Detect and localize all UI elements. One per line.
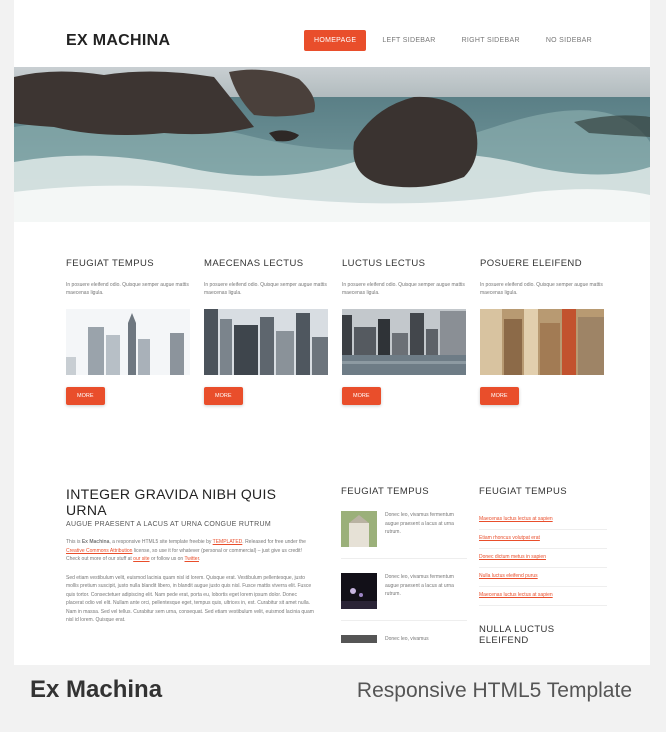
sidebar-title: FEUGIAT TEMPUS — [341, 486, 429, 497]
hero-image — [14, 67, 650, 222]
article-intro: This is Ex Machina, a responsive HTML5 s… — [66, 538, 316, 564]
feature-columns: FEUGIAT TEMPUS In posuere eleifend odio.… — [66, 258, 606, 405]
list-item: Donec dictum metus in sapien — [479, 549, 607, 568]
list-item[interactable]: Donec leo, vivamus — [341, 635, 467, 665]
night-scene-thumb-icon — [341, 573, 377, 609]
list-item: Maecenas luctus lectus at sapien — [479, 587, 607, 606]
our-site-link[interactable]: our site — [133, 556, 149, 562]
post-text: Donec leo, vivamus fermentum augue praes… — [385, 512, 454, 535]
twitter-link[interactable]: Twitter — [185, 556, 199, 562]
feature-title: LUCTUS LECTUS — [342, 258, 426, 269]
more-button[interactable]: MORE — [480, 387, 519, 405]
more-button[interactable]: MORE — [66, 387, 105, 405]
sidebar-link[interactable]: Donec dictum metus in sapien — [479, 554, 546, 560]
intro-text: , a responsive HTML5 site template freeb… — [109, 539, 213, 545]
list-item: Maecenas luctus lectus at sapien — [479, 511, 607, 530]
feature-text: In posuere eleifend odio. Quisque semper… — [342, 282, 465, 296]
sidebar-link[interactable]: Maecenas luctus lectus at sapien — [479, 516, 553, 522]
city-aerial-icon[interactable] — [480, 309, 604, 375]
template-card[interactable]: EX MACHINA HOMEPAGE LEFT SIDEBAR RIGHT S… — [0, 0, 666, 732]
feature-title: POSUERE ELEIFEND — [480, 258, 582, 269]
post-thumb-icon — [341, 635, 377, 643]
list-item[interactable]: Donec leo, vivamus fermentum augue praes… — [341, 511, 467, 559]
intro-text: . Released for free under the — [242, 539, 306, 545]
intro-brand: Ex Machina — [81, 539, 110, 545]
more-button[interactable]: MORE — [342, 387, 381, 405]
feature-card: LUCTUS LECTUS In posuere eleifend odio. … — [342, 258, 466, 405]
main-nav: HOMEPAGE LEFT SIDEBAR RIGHT SIDEBAR NO S… — [303, 30, 602, 51]
nav-left-sidebar[interactable]: LEFT SIDEBAR — [372, 30, 445, 51]
site-logo[interactable]: EX MACHINA — [66, 32, 170, 50]
intro-text: . — [198, 556, 201, 562]
link-list: Maecenas luctus lectus at sapien Etiam r… — [479, 511, 607, 606]
right-sidebar: FEUGIAT TEMPUS Maecenas luctus lectus at… — [479, 486, 607, 646]
feature-title: FEUGIAT TEMPUS — [66, 258, 154, 269]
list-item: Nulla luctus eleifend purus — [479, 568, 607, 587]
city-towers-icon[interactable] — [204, 309, 328, 375]
templated-link[interactable]: TEMPLATED — [213, 539, 243, 545]
sidebar-link[interactable]: Maecenas luctus lectus at sapien — [479, 592, 553, 598]
license-link[interactable]: Creative Commons Attribution — [66, 548, 132, 554]
intro-text: or follow us on — [149, 556, 185, 562]
nav-right-sidebar[interactable]: RIGHT SIDEBAR — [452, 30, 530, 51]
more-button[interactable]: MORE — [204, 387, 243, 405]
church-thumb-icon — [341, 511, 377, 547]
feature-text: In posuere eleifend odio. Quisque semper… — [204, 282, 327, 296]
sidebar-link[interactable]: Etiam rhoncus volutpat erat — [479, 535, 540, 541]
feature-card: FEUGIAT TEMPUS In posuere eleifend odio.… — [66, 258, 190, 405]
article-subtitle: AUGUE PRAESENT A LACUS AT URNA CONGUE RU… — [66, 521, 271, 528]
feature-text: In posuere eleifend odio. Quisque semper… — [66, 282, 189, 296]
post-text: Donec leo, vivamus fermentum augue praes… — [385, 574, 454, 597]
city-skyline-icon[interactable] — [66, 309, 190, 375]
sidebar-link[interactable]: Nulla luctus eleifend purus — [479, 573, 538, 579]
article-title: INTEGER GRAVIDA NIBH QUIS URNA — [66, 486, 277, 518]
city-waterfront-icon[interactable] — [342, 309, 466, 375]
feature-card: POSUERE ELEIFEND In posuere eleifend odi… — [480, 258, 604, 405]
sidebar-title: FEUGIAT TEMPUS — [479, 486, 567, 497]
list-item: Etiam rhoncus volutpat erat — [479, 530, 607, 549]
feature-card: MAECENAS LECTUS In posuere eleifend odio… — [204, 258, 328, 405]
template-description: Responsive HTML5 Template — [356, 679, 632, 702]
feature-text: In posuere eleifend odio. Quisque semper… — [480, 282, 603, 296]
main-article: INTEGER GRAVIDA NIBH QUIS URNA AUGUE PRA… — [66, 486, 316, 625]
post-text: Donec leo, vivamus — [385, 636, 429, 642]
template-name[interactable]: Ex Machina — [30, 676, 162, 704]
feature-title: MAECENAS LECTUS — [204, 258, 304, 269]
middle-sidebar: FEUGIAT TEMPUS Donec leo, vivamus fermen… — [341, 486, 467, 665]
nav-homepage[interactable]: HOMEPAGE — [303, 30, 367, 51]
list-item[interactable]: Donec leo, vivamus fermentum augue praes… — [341, 573, 467, 621]
sidebar-title: NULLA LUCTUS ELEIFEND — [479, 624, 555, 646]
nav-no-sidebar[interactable]: NO SIDEBAR — [536, 30, 602, 51]
article-body: Sed etiam vestibulum velit, euismod laci… — [66, 574, 314, 624]
intro-text: This is — [66, 539, 82, 545]
template-screenshot[interactable]: EX MACHINA HOMEPAGE LEFT SIDEBAR RIGHT S… — [14, 0, 650, 665]
